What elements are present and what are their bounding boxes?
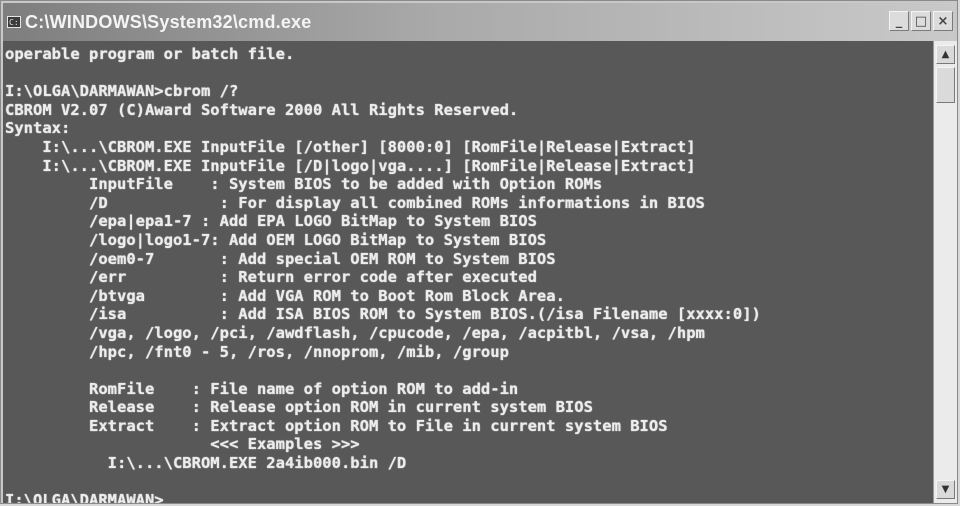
scroll-down-icon[interactable]: ▼ [936, 480, 955, 499]
cmd-window: C: C:\WINDOWS\System32\cmd.exe _ □ × ope… [0, 0, 958, 504]
console-line: operable program or batch file. [5, 45, 295, 63]
console-line: InputFile : System BIOS to be added with… [5, 175, 603, 194]
console-line: /logo|logo1-7: Add OEM LOGO BitMap to Sy… [5, 230, 547, 249]
console-line: /vga, /logo, /pci, /awdflash, /cpucode, … [5, 323, 705, 342]
console-line: /oem0-7 : Add special OEM ROM to System … [5, 249, 556, 268]
console-line: Extract : Extract option ROM to File in … [5, 416, 668, 435]
console-line: /isa : Add ISA BIOS ROM to System BIOS.(… [5, 305, 761, 324]
console-line: /hpc, /fnt0 - 5, /ros, /nnoprom, /mib, /… [5, 342, 509, 361]
scroll-up-icon[interactable]: ▲ [936, 45, 955, 64]
console-line: I:\...\CBROM.EXE 2a4ib000.bin /D [5, 454, 407, 473]
cmd-icon[interactable]: C: [7, 16, 21, 28]
window-controls: _ □ × [889, 11, 953, 31]
console-line: Release : Release option ROM in current … [5, 398, 593, 417]
minimize-button[interactable]: _ [889, 11, 909, 31]
console-line: I:\OLGA\DARMAWAN> [5, 491, 933, 503]
console-line: RomFile : File name of option ROM to add… [5, 379, 519, 398]
console-line: /err : Return error code after executed [5, 268, 537, 287]
console-output[interactable]: operable program or batch file. I:\OLGA\D… [3, 41, 933, 503]
console-line: I:\...\CBROM.EXE InputFile [/D|logo|vga.… [5, 156, 696, 175]
console-line: CBROM V2.07 (C)Award Software 2000 All R… [5, 100, 519, 119]
console-line: Syntax: [5, 119, 71, 138]
title-bar[interactable]: C: C:\WINDOWS\System32\cmd.exe _ □ × [3, 3, 955, 41]
console-line: I:\...\CBROM.EXE InputFile [/other] [800… [5, 137, 696, 156]
console-line: /D : For display all combined ROMs infor… [5, 193, 705, 212]
maximize-button[interactable]: □ [911, 11, 931, 31]
console-line: I:\OLGA\DARMAWAN>cbrom /? [5, 82, 239, 101]
close-button[interactable]: × [933, 11, 953, 31]
window-title: C:\WINDOWS\System32\cmd.exe [25, 11, 312, 32]
scrollbar-thumb[interactable] [936, 67, 955, 103]
console-line: /btvga : Add VGA ROM to Boot Rom Block A… [5, 286, 565, 305]
vertical-scrollbar[interactable]: ▲ ▼ [933, 41, 957, 503]
console-line: /epa|epa1-7 : Add EPA LOGO BitMap to Sys… [5, 212, 537, 231]
console-line: <<< Examples >>> [5, 435, 360, 454]
